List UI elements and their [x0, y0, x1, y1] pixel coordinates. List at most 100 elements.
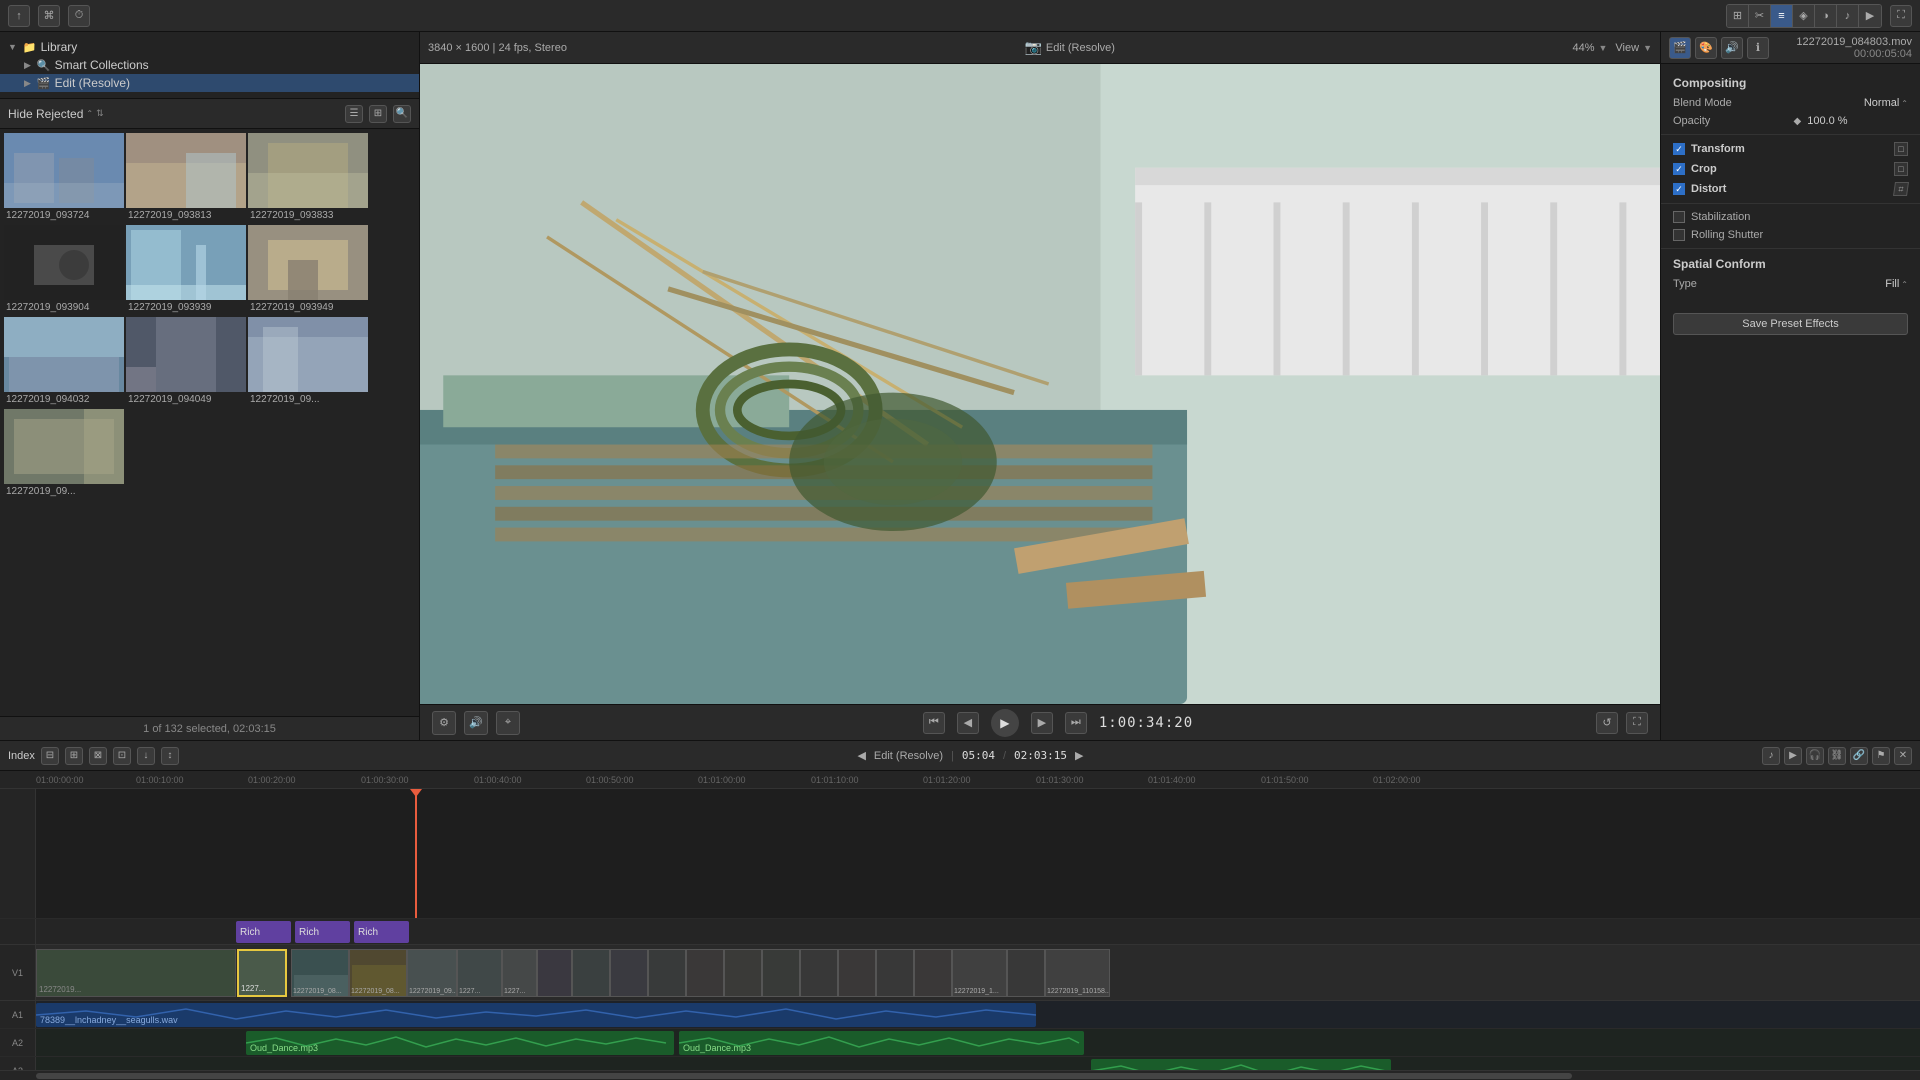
video-clip[interactable]: [572, 949, 610, 997]
video-clip[interactable]: [762, 949, 800, 997]
media-thumb-item[interactable]: 12272019_093949: [248, 225, 368, 315]
video-clip[interactable]: [537, 949, 572, 997]
play-button[interactable]: ▶: [991, 709, 1019, 737]
video-clip[interactable]: [648, 949, 686, 997]
video-clip[interactable]: 12272019_09...: [407, 949, 457, 997]
timeline-right-arrow[interactable]: ▶: [1075, 749, 1083, 762]
purple-clip-2[interactable]: Rich: [295, 921, 350, 943]
step-back-icon[interactable]: ◀: [957, 712, 979, 734]
index-label[interactable]: Index: [8, 750, 35, 762]
audio-clip-seagulls[interactable]: 78389__lnchadney__seagulls.wav: [36, 1003, 1036, 1027]
media-tab-icon[interactable]: ⊞: [1727, 5, 1749, 27]
zoom-control[interactable]: 44% ▼: [1572, 42, 1607, 54]
type-dropdown[interactable]: Fill ⌃: [1885, 278, 1908, 290]
purple-clip-3[interactable]: Rich: [354, 921, 409, 943]
media-thumb-item[interactable]: 12272019_09...: [248, 317, 368, 407]
video-clip[interactable]: [838, 949, 876, 997]
view-control[interactable]: View ▼: [1615, 42, 1652, 54]
timeline-left-arrow[interactable]: ◀: [857, 749, 865, 762]
media-thumb-item[interactable]: 12272019_093724: [4, 133, 124, 223]
audio-icon[interactable]: 🔊: [464, 711, 488, 735]
step-forward-icon[interactable]: ▶: [1031, 712, 1053, 734]
video-clip[interactable]: 12272019_110158...: [1045, 949, 1110, 997]
video-inspector-tab[interactable]: 🎬: [1669, 37, 1691, 59]
video-clip[interactable]: 12272019_08...: [349, 949, 407, 997]
color-inspector-tab[interactable]: 🎨: [1695, 37, 1717, 59]
media-thumb-item[interactable]: 12272019_093813: [126, 133, 246, 223]
timeline-link-icon[interactable]: ⛓: [1828, 747, 1846, 765]
media-thumb-item[interactable]: 12272019_093939: [126, 225, 246, 315]
edit-resolve-item[interactable]: ▶ 🎬 Edit (Resolve): [0, 74, 419, 92]
hide-rejected-dropdown[interactable]: Hide Rejected ⌃ ⇅: [8, 107, 104, 121]
video-clip-pre[interactable]: 12272019...: [36, 949, 236, 997]
timeline-scrollbar[interactable]: [0, 1070, 1920, 1080]
stabilization-checkbox[interactable]: [1673, 211, 1685, 223]
audio-clip-oud-2[interactable]: Oud_Dance.mp3: [679, 1031, 1084, 1055]
video-clip-selected[interactable]: 1227...: [237, 949, 287, 997]
audio-clip-oud-3[interactable]: Oud_Dance.mp3: [1091, 1059, 1391, 1070]
grid-view-icon[interactable]: ⊞: [369, 105, 387, 123]
skip-forward-icon[interactable]: ⏭: [1065, 712, 1087, 734]
audio-inspector-tab[interactable]: 🔊: [1721, 37, 1743, 59]
distort-expand[interactable]: ⌗: [1893, 182, 1909, 196]
video-clip[interactable]: [914, 949, 952, 997]
opacity-keyframe-icon[interactable]: ◆: [1794, 116, 1802, 127]
video-clip[interactable]: [686, 949, 724, 997]
timeline-view-c[interactable]: ⊠: [89, 747, 107, 765]
clock-icon[interactable]: ⏱: [68, 5, 90, 27]
video-clip[interactable]: 12272019_08...: [291, 949, 349, 997]
timeline-view-d[interactable]: ⊡: [113, 747, 131, 765]
crop-checkbox[interactable]: [1673, 163, 1685, 175]
video-clip[interactable]: [610, 949, 648, 997]
video-clip[interactable]: 12272019_1...: [952, 949, 1007, 997]
blend-mode-dropdown[interactable]: Normal ⌃: [1864, 97, 1908, 109]
loop-icon[interactable]: ↺: [1596, 712, 1618, 734]
video-clip[interactable]: [876, 949, 914, 997]
media-thumb-item[interactable]: 12272019_094049: [126, 317, 246, 407]
video-clip[interactable]: [800, 949, 838, 997]
arrow-up-icon[interactable]: ↑: [8, 5, 30, 27]
scrollbar-thumb[interactable]: [36, 1073, 1572, 1079]
fullscreen-viewer-icon[interactable]: ⛶: [1626, 712, 1648, 734]
timeline-view-b[interactable]: ⊞: [65, 747, 83, 765]
media-thumb-item[interactable]: 12272019_09...: [4, 409, 124, 499]
smart-collections-item[interactable]: ▶ 🔍 Smart Collections: [0, 56, 419, 74]
audio-clip-oud-1[interactable]: Oud_Dance.mp3: [246, 1031, 674, 1055]
color-tab-icon[interactable]: ◑: [1815, 5, 1837, 27]
timeline-magnet-icon[interactable]: 🔗: [1850, 747, 1868, 765]
fusion-tab-icon[interactable]: ◈: [1793, 5, 1815, 27]
timeline-flag-icon[interactable]: ⚑: [1872, 747, 1890, 765]
video-clip[interactable]: [724, 949, 762, 997]
transform-expand[interactable]: □: [1894, 142, 1908, 156]
crop-expand[interactable]: □: [1894, 162, 1908, 176]
rolling-shutter-checkbox[interactable]: [1673, 229, 1685, 241]
purple-clip-1[interactable]: Rich: [236, 921, 291, 943]
media-thumb-item[interactable]: 12272019_093904: [4, 225, 124, 315]
deliver-tab-icon[interactable]: ▶: [1859, 5, 1881, 27]
transform-overlay-icon[interactable]: ⌖: [496, 711, 520, 735]
video-clip[interactable]: [1007, 949, 1045, 997]
timeline-audio-icon[interactable]: ♪: [1762, 747, 1780, 765]
cut-tab-icon[interactable]: ✂: [1749, 5, 1771, 27]
video-clip[interactable]: 1227...: [457, 949, 502, 997]
transform-checkbox[interactable]: [1673, 143, 1685, 155]
info-inspector-tab[interactable]: ℹ: [1747, 37, 1769, 59]
save-preset-button[interactable]: Save Preset Effects: [1673, 313, 1908, 335]
settings-icon[interactable]: ⚙: [432, 711, 456, 735]
timeline-arrow[interactable]: ↓: [137, 747, 155, 765]
timeline-headphones-icon[interactable]: 🎧: [1806, 747, 1824, 765]
video-clip[interactable]: 1227...: [502, 949, 537, 997]
media-thumb-item[interactable]: 12272019_093833: [248, 133, 368, 223]
fullscreen-icon[interactable]: ⛶: [1890, 5, 1912, 27]
timeline-close-icon[interactable]: ✕: [1894, 747, 1912, 765]
media-thumb-item[interactable]: 12272019_094032: [4, 317, 124, 407]
timeline-play-icon[interactable]: ▶: [1784, 747, 1802, 765]
distort-checkbox[interactable]: [1673, 183, 1685, 195]
skip-back-icon[interactable]: ⏮: [923, 712, 945, 734]
timeline-cursor[interactable]: ↕: [161, 747, 179, 765]
fairlight-tab-icon[interactable]: ♪: [1837, 5, 1859, 27]
library-item[interactable]: ▼ 📁 Library: [0, 38, 419, 56]
search-icon[interactable]: 🔍: [393, 105, 411, 123]
timeline-view-a[interactable]: ⊟: [41, 747, 59, 765]
edit-tab-icon[interactable]: ≡: [1771, 5, 1793, 27]
